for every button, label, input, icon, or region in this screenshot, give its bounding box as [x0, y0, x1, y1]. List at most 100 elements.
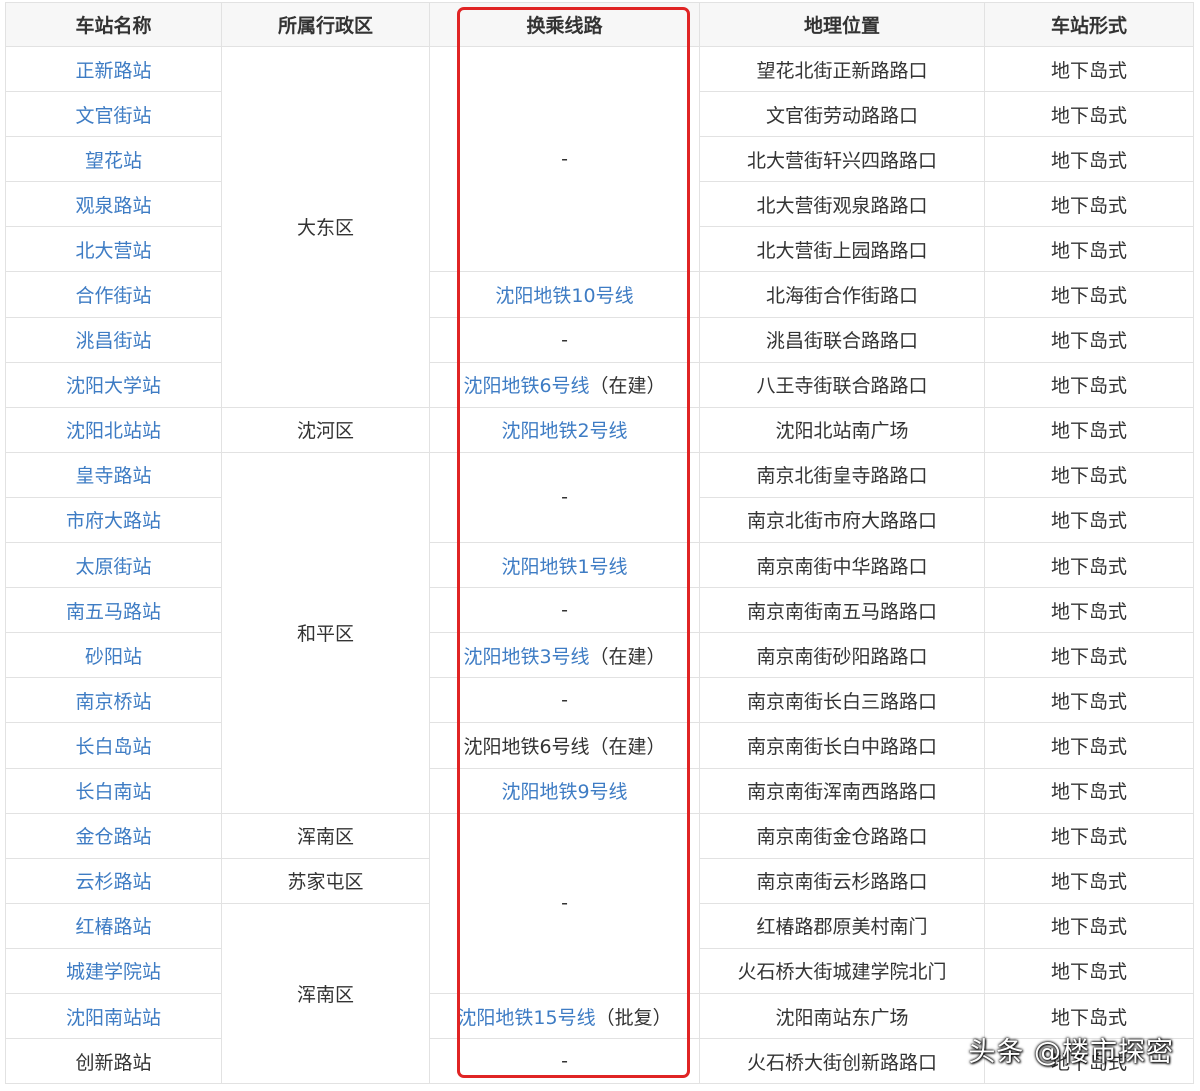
table-row: 砂阳站 沈阳地铁3号线（在建） 南京南街砂阳路路口 地下岛式	[5, 632, 1194, 679]
form-cell: 地下岛式	[984, 226, 1194, 273]
station-name-link[interactable]: 沈阳北站站	[5, 406, 222, 453]
header-row: 车站名称 所属行政区 换乘线路 地理位置 车站形式	[5, 2, 1194, 47]
station-name-link[interactable]: 皇寺路站	[5, 451, 222, 498]
form-cell: 地下岛式	[984, 451, 1194, 498]
form-cell: 地下岛式	[984, 361, 1194, 408]
location-cell: 南京南街金仓路路口	[699, 812, 985, 859]
district-cell: 和平区	[221, 451, 430, 814]
station-name-link[interactable]: 金仓路站	[5, 812, 222, 859]
station-name-link[interactable]: 太原街站	[5, 542, 222, 589]
station-name-link[interactable]: 市府大路站	[5, 496, 222, 544]
header-transfer-line: 换乘线路	[429, 2, 700, 47]
table-row: 长白南站 沈阳地铁9号线 南京南街浑南西路路口 地下岛式	[5, 767, 1194, 814]
table-row: 合作街站 沈阳地铁10号线 北海街合作街路口 地下岛式	[5, 271, 1194, 318]
location-cell: 火石桥大街城建学院北门	[699, 947, 985, 994]
station-name-link[interactable]: 城建学院站	[5, 947, 222, 994]
location-cell: 八王寺街联合路路口	[699, 361, 985, 408]
form-cell: 地下岛式	[984, 812, 1194, 859]
transfer-cell: 沈阳地铁6号线（在建）	[429, 361, 700, 408]
location-cell: 南京北街皇寺路路口	[699, 451, 985, 498]
station-name-link[interactable]: 云杉路站	[5, 857, 222, 904]
station-name-link[interactable]: 长白岛站	[5, 722, 222, 769]
location-cell: 北海街合作街路口	[699, 271, 985, 318]
transfer-cell: -	[429, 587, 700, 634]
table-row: 洮昌街站 - 洮昌街联合路路口 地下岛式	[5, 316, 1194, 363]
transfer-line-link[interactable]: 沈阳地铁10号线	[429, 271, 700, 318]
header-station-form: 车站形式	[984, 2, 1194, 47]
form-cell: 地下岛式	[984, 722, 1194, 769]
form-cell: 地下岛式	[984, 496, 1194, 544]
district-cell: 沈河区	[221, 406, 430, 453]
location-cell: 南京南街中华路路口	[699, 542, 985, 589]
form-cell: 地下岛式	[984, 91, 1194, 138]
table-row: 南京桥站 - 南京南街长白三路路口 地下岛式	[5, 677, 1194, 724]
form-cell: 地下岛式	[984, 902, 1194, 949]
station-name-link[interactable]: 砂阳站	[5, 632, 222, 679]
location-cell: 北大营街轩兴四路路口	[699, 136, 985, 183]
location-cell: 南京南街砂阳路路口	[699, 632, 985, 679]
transfer-note: （在建）	[589, 645, 666, 668]
station-name-link[interactable]: 北大营站	[5, 226, 222, 273]
district-cell: 苏家屯区	[221, 857, 430, 904]
transfer-cell: 沈阳地铁15号线（批复）	[429, 992, 700, 1040]
transfer-line-link[interactable]: 沈阳地铁3号线	[463, 646, 589, 668]
location-cell: 洮昌街联合路路口	[699, 316, 985, 363]
district-cell: 浑南区	[221, 812, 430, 859]
table-row: 正新路站 大东区 - 望花北街正新路路口 地下岛式	[5, 45, 1194, 408]
station-name: 创新路站	[5, 1038, 222, 1085]
header-location: 地理位置	[699, 2, 985, 47]
location-cell: 南京南街浑南西路路口	[699, 767, 985, 814]
table-row: 太原街站 沈阳地铁1号线 南京南街中华路路口 地下岛式	[5, 542, 1194, 589]
transfer-note: （在建）	[589, 375, 666, 398]
station-name-link[interactable]: 南五马路站	[5, 587, 222, 634]
district-cell: 大东区	[221, 46, 430, 408]
location-cell: 望花北街正新路路口	[699, 45, 985, 93]
form-cell: 地下岛式	[984, 136, 1194, 183]
station-name-link[interactable]: 洮昌街站	[5, 316, 222, 363]
station-name-link[interactable]: 南京桥站	[5, 677, 222, 724]
watermark: 头条 @楼市探密	[968, 1037, 1174, 1068]
header-district: 所属行政区	[221, 2, 430, 47]
form-cell: 地下岛式	[984, 632, 1194, 679]
location-cell: 沈阳北站南广场	[699, 406, 985, 453]
transfer-line-link[interactable]: 沈阳地铁6号线	[463, 375, 589, 397]
station-name-link[interactable]: 望花站	[5, 136, 222, 183]
location-cell: 南京北街市府大路路口	[699, 496, 985, 544]
table-row: 沈阳大学站 沈阳地铁6号线（在建） 八王寺街联合路路口 地下岛式	[5, 361, 1194, 408]
station-name-link[interactable]: 合作街站	[5, 271, 222, 318]
transfer-line-link[interactable]: 沈阳地铁2号线	[429, 406, 700, 453]
transfer-cell: -	[429, 45, 700, 273]
transfer-cell: -	[429, 451, 700, 544]
location-cell: 南京南街长白三路路口	[699, 677, 985, 724]
transfer-cell: 沈阳地铁3号线（在建）	[429, 632, 700, 679]
transfer-cell: -	[429, 812, 700, 994]
transfer-line-link[interactable]: 沈阳地铁1号线	[429, 542, 700, 589]
station-name-link[interactable]: 正新路站	[5, 45, 222, 93]
table-row: 皇寺路站 和平区 - 南京北街皇寺路路口 地下岛式	[5, 451, 1194, 814]
form-cell: 地下岛式	[984, 406, 1194, 453]
transfer-line-link[interactable]: 沈阳地铁15号线	[457, 1007, 595, 1029]
header-station-name: 车站名称	[5, 2, 222, 47]
station-name-link[interactable]: 红椿路站	[5, 902, 222, 949]
location-cell: 火石桥大街创新路路口	[699, 1038, 985, 1085]
transfer-line-link[interactable]: 沈阳地铁9号线	[429, 767, 700, 814]
station-name-link[interactable]: 观泉路站	[5, 181, 222, 228]
table-row: 长白岛站 沈阳地铁6号线（在建） 南京南街长白中路路口 地下岛式	[5, 722, 1194, 769]
transfer-note: （批复）	[595, 1006, 672, 1029]
station-name-link[interactable]: 沈阳大学站	[5, 361, 222, 408]
form-cell: 地下岛式	[984, 542, 1194, 589]
transfer-cell: -	[429, 1038, 700, 1085]
transfer-cell: -	[429, 316, 700, 363]
table-row: 南五马路站 - 南京南街南五马路路口 地下岛式	[5, 587, 1194, 634]
form-cell: 地下岛式	[984, 316, 1194, 363]
station-name-link[interactable]: 文官街站	[5, 91, 222, 138]
transfer-cell: -	[429, 677, 700, 724]
station-name-link[interactable]: 长白南站	[5, 767, 222, 814]
transfer-cell: 沈阳地铁6号线（在建）	[429, 722, 700, 769]
location-cell: 红椿路郡原美村南门	[699, 902, 985, 949]
district-cell: 浑南区	[221, 902, 430, 1085]
station-name-link[interactable]: 沈阳南站站	[5, 992, 222, 1040]
table-row: 沈阳北站站 沈河区 沈阳地铁2号线 沈阳北站南广场 地下岛式	[5, 406, 1194, 453]
location-cell: 南京南街南五马路路口	[699, 587, 985, 634]
form-cell: 地下岛式	[984, 857, 1194, 904]
